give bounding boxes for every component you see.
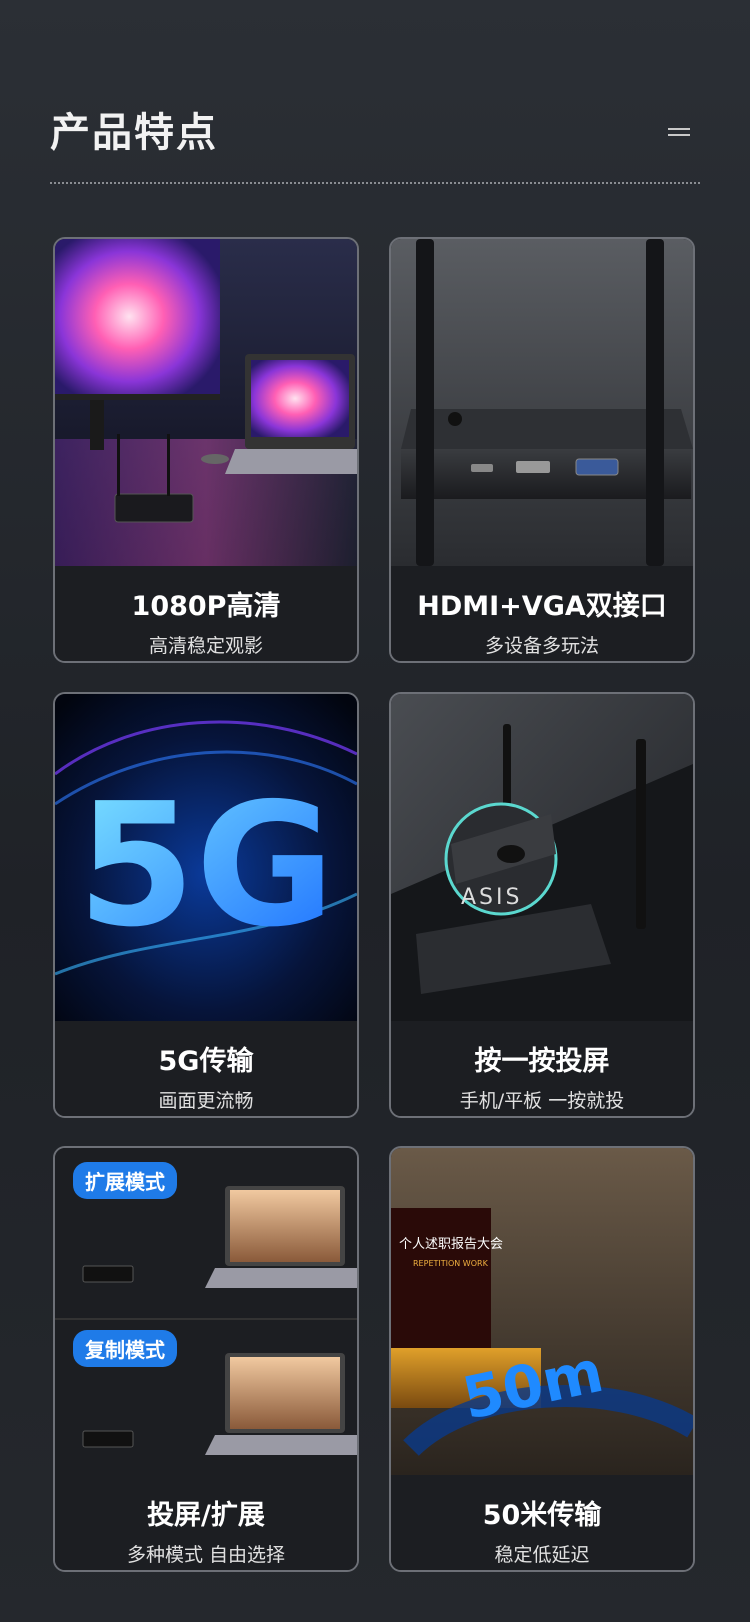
brand-mark: ASIS [461, 885, 522, 910]
feature-image-modes: 扩展模式 复制模式 [55, 1148, 357, 1475]
header-divider [50, 182, 700, 184]
feature-title: 50米传输 [482, 1500, 602, 1531]
5g-mark: 5G [77, 767, 335, 965]
feature-card-one-press: ASIS 按一按投屏 手机/平板 一按就投 [389, 692, 695, 1118]
feature-card-hdmi-vga: HDMI+VGA双接口 多设备多玩法 [389, 237, 695, 663]
feature-image-auditorium: 个人述职报告大会 REPETITION WORK 50m [391, 1148, 693, 1475]
page-title: 产品特点 [50, 110, 218, 156]
mode-badge-mirror: 复制模式 [73, 1330, 177, 1367]
feature-title: HDMI+VGA双接口 [417, 591, 667, 622]
feature-caption: HDMI+VGA双接口 多设备多玩法 [391, 566, 693, 661]
feature-image-button-closeup: ASIS [391, 694, 693, 1021]
feature-card-1080p: 1080P高清 高清稳定观影 [53, 237, 359, 663]
feature-caption: 1080P高清 高清稳定观影 [55, 566, 357, 661]
feature-card-50m: 个人述职报告大会 REPETITION WORK 50m 50米传输 稳定低延迟 [389, 1146, 695, 1572]
feature-card-modes: 扩展模式 复制模式 投屏/扩展 多种模式 自由选择 [53, 1146, 359, 1572]
feature-subtitle: 稳定低延迟 [494, 1544, 590, 1566]
feature-title: 1080P高清 [131, 591, 281, 622]
feature-image-device-ports [391, 239, 693, 566]
feature-card-5g: 5G 5G传输 画面更流畅 [53, 692, 359, 1118]
feature-caption: 按一按投屏 手机/平板 一按就投 [391, 1021, 693, 1116]
feature-title: 5G传输 [158, 1046, 254, 1077]
screen-subtitle: REPETITION WORK [413, 1259, 489, 1268]
feature-title: 按一按投屏 [474, 1046, 610, 1077]
feature-image-5g: 5G [55, 694, 357, 1021]
header: 产品特点 [50, 100, 700, 190]
feature-caption: 50米传输 稳定低延迟 [391, 1475, 693, 1570]
feature-caption: 5G传输 画面更流畅 [55, 1021, 357, 1116]
feature-subtitle: 高清稳定观影 [148, 635, 263, 657]
feature-subtitle: 多种模式 自由选择 [126, 1544, 286, 1566]
feature-subtitle: 手机/平板 一按就投 [459, 1090, 625, 1112]
feature-image-monitor-setup [55, 239, 357, 566]
menu-icon[interactable] [668, 128, 690, 136]
feature-subtitle: 画面更流畅 [158, 1090, 254, 1112]
feature-title: 投屏/扩展 [147, 1500, 265, 1531]
feature-subtitle: 多设备多玩法 [484, 635, 599, 657]
screen-title: 个人述职报告大会 [399, 1237, 503, 1252]
mode-badge-extend: 扩展模式 [73, 1162, 177, 1199]
feature-caption: 投屏/扩展 多种模式 自由选择 [55, 1475, 357, 1570]
